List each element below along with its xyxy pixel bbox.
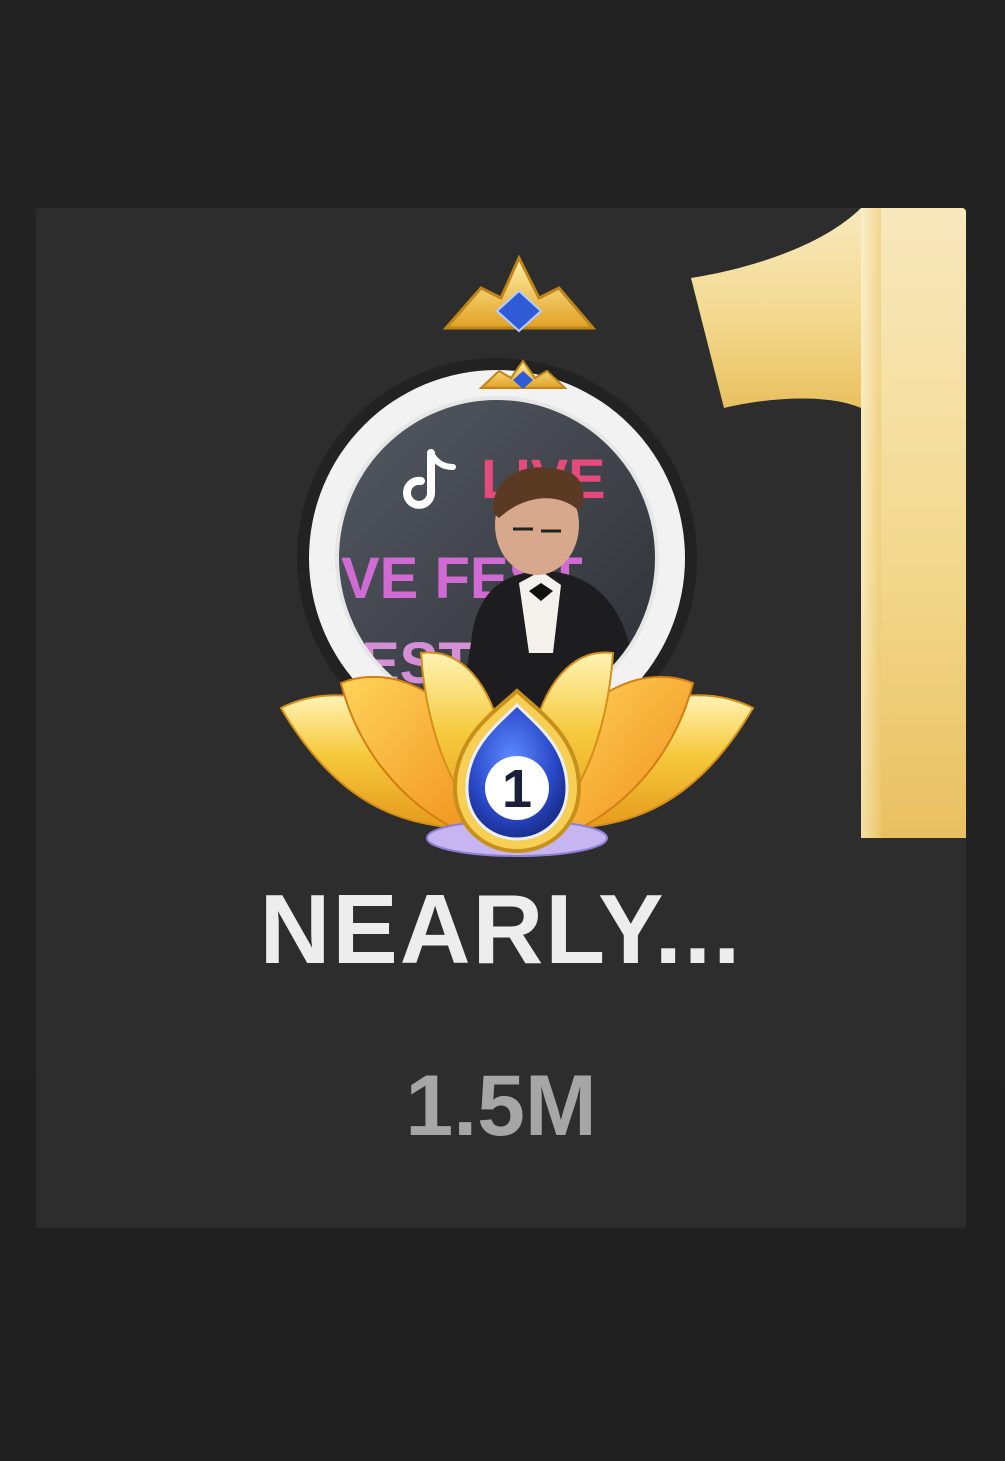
rank-numeral-text: 1 [826,320,832,331]
rank-badge-number: 1 [502,759,532,819]
username: NEARLY... [259,874,743,984]
avatar-frame[interactable]: LIVE VE FEST EST [241,253,761,863]
screen: 1 VE FEST EST 1 NEARLY... 1.5M [0,0,1005,1461]
score-value: 1.5M [405,1058,597,1154]
leaderboard-card[interactable]: 1 VE FEST EST 1 NEARLY... 1.5M [36,208,966,1228]
crown-icon [442,254,597,333]
